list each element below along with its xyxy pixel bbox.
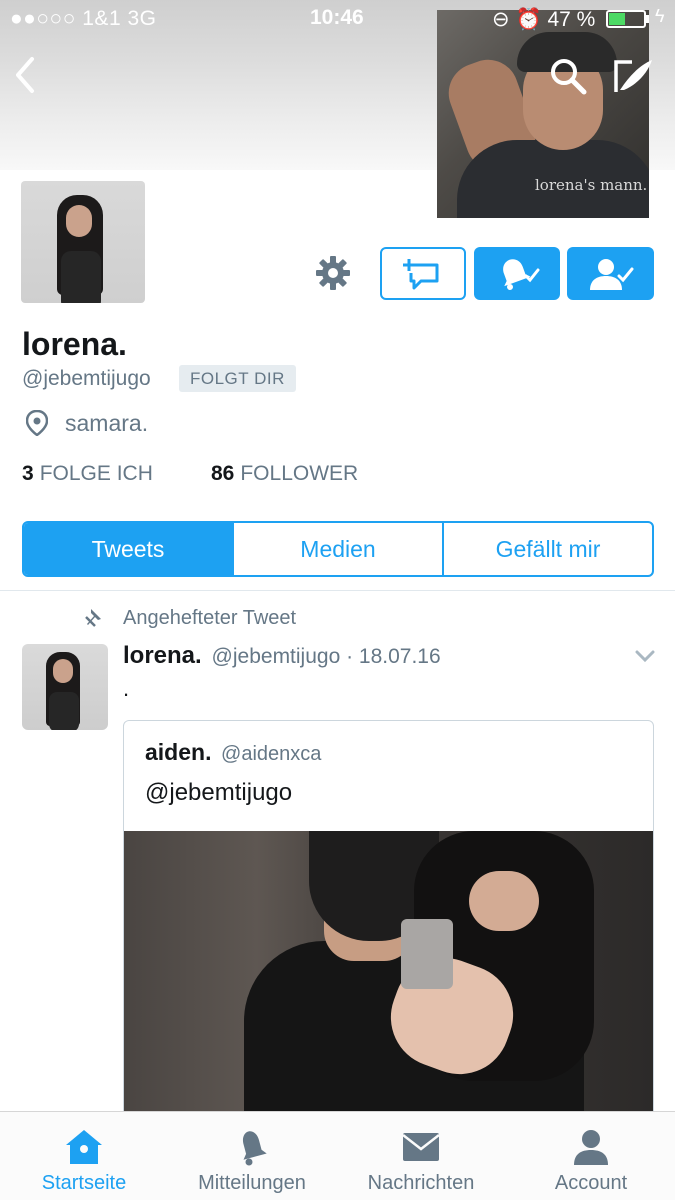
person-icon bbox=[574, 1130, 608, 1165]
following-button[interactable] bbox=[567, 247, 654, 300]
tweet-author-name[interactable]: lorena. bbox=[123, 642, 202, 669]
battery-percent: 47 % bbox=[547, 8, 596, 31]
status-right-group: ⊖ ⏰ 47 % bbox=[492, 7, 595, 32]
tabbar-notifications-label: Mitteilungen bbox=[198, 1172, 306, 1194]
tweet-author-meta: @jebemtijugo · 18.07.16 bbox=[211, 645, 441, 668]
photo-woman-face bbox=[469, 871, 539, 931]
envelope-icon bbox=[402, 1133, 440, 1161]
charging-icon: ϟ bbox=[655, 6, 665, 26]
gear-icon bbox=[316, 256, 350, 290]
home-icon bbox=[66, 1130, 102, 1164]
status-time: 10:46 bbox=[310, 6, 364, 29]
carrier-signal: ●●○○○ 1&1 3G bbox=[10, 7, 157, 30]
pin-icon bbox=[83, 607, 105, 629]
chevron-down-icon bbox=[635, 650, 655, 663]
alarm-icon: ⏰ bbox=[515, 8, 542, 31]
pinned-tweet-label: Angehefteter Tweet bbox=[123, 607, 297, 629]
tweet-author-avatar[interactable] bbox=[22, 644, 108, 730]
chevron-left-icon bbox=[16, 57, 34, 93]
battery-icon bbox=[606, 10, 646, 28]
profile-tabs: Tweets Medien Gefällt mir bbox=[22, 521, 654, 577]
person-check-icon bbox=[589, 258, 633, 290]
followers-label: FOLLOWER bbox=[240, 462, 359, 485]
avatar-photo bbox=[21, 181, 145, 303]
location-pin-icon bbox=[25, 409, 49, 437]
photo-phone bbox=[401, 919, 453, 989]
tweet-options-button[interactable] bbox=[634, 648, 656, 664]
followers-count: 86 bbox=[211, 462, 235, 485]
quoted-tweet[interactable]: aiden. @aidenxca @jebemtijugo bbox=[123, 720, 654, 1120]
search-button[interactable] bbox=[548, 56, 588, 96]
tabbar-messages[interactable]: Nachrichten bbox=[337, 1112, 505, 1200]
avatar-face bbox=[66, 205, 92, 237]
quoted-tweet-text: @jebemtijugo bbox=[145, 779, 293, 806]
header-photo[interactable]: lorena's mann. bbox=[437, 10, 649, 218]
follows-you-badge: FOLGT DIR bbox=[179, 365, 296, 392]
quoted-author-handle: @aidenxca bbox=[221, 743, 322, 765]
battery-fill bbox=[609, 13, 625, 25]
section-divider bbox=[0, 590, 675, 591]
tabbar-messages-label: Nachrichten bbox=[367, 1172, 475, 1194]
status-bar: ●●○○○ 1&1 3G 10:46 ⊖ ⏰ 47 % bbox=[0, 0, 675, 36]
search-icon bbox=[551, 59, 587, 95]
tweet-header: lorena. @jebemtijugo · 18.07.16 bbox=[123, 642, 441, 670]
profile-location: samara. bbox=[65, 410, 149, 436]
notifications-on-button[interactable] bbox=[474, 247, 560, 300]
back-button[interactable] bbox=[10, 55, 40, 95]
message-plus-icon bbox=[403, 258, 439, 289]
profile-avatar[interactable] bbox=[14, 174, 152, 310]
following-count: 3 bbox=[22, 462, 34, 485]
direct-message-button[interactable] bbox=[380, 247, 466, 300]
followers-stat[interactable]: 86 FOLLOWER bbox=[211, 462, 358, 486]
tabbar-notifications[interactable]: Mitteilungen bbox=[168, 1112, 336, 1200]
bell-icon bbox=[242, 1131, 267, 1166]
settings-button[interactable] bbox=[313, 253, 353, 293]
tweet-avatar-body bbox=[49, 692, 79, 730]
tab-likes[interactable]: Gefällt mir bbox=[444, 523, 652, 575]
quoted-tweet-header: aiden. @aidenxca bbox=[145, 739, 321, 766]
header-photo-caption: lorena's mann. bbox=[535, 176, 648, 194]
quoted-author-name: aiden. bbox=[145, 739, 212, 765]
tab-media[interactable]: Medien bbox=[234, 523, 444, 575]
following-stat[interactable]: 3 FOLGE ICH bbox=[22, 462, 153, 486]
tabbar-home-label: Startseite bbox=[41, 1172, 127, 1194]
battery-tip bbox=[646, 15, 649, 23]
rotation-lock-icon: ⊖ bbox=[492, 8, 510, 31]
tweet-text: . bbox=[123, 676, 130, 701]
avatar-body bbox=[61, 251, 101, 303]
compose-tweet-button[interactable] bbox=[612, 56, 656, 96]
quoted-tweet-photo[interactable] bbox=[124, 831, 653, 1119]
bottom-tab-bar: Startseite Mitteilungen Nachrichten Acco… bbox=[0, 1111, 675, 1200]
bell-check-icon bbox=[503, 258, 540, 290]
following-label: FOLGE ICH bbox=[39, 462, 153, 485]
compose-quill-icon bbox=[614, 60, 652, 92]
profile-handle: @jebemtijugo bbox=[22, 367, 151, 390]
tabbar-home[interactable]: Startseite bbox=[0, 1112, 168, 1200]
tab-tweets[interactable]: Tweets bbox=[24, 523, 234, 575]
tweet-avatar-face bbox=[53, 659, 73, 683]
tabbar-account-label: Account bbox=[554, 1172, 628, 1194]
tabbar-account[interactable]: Account bbox=[507, 1112, 675, 1200]
profile-display-name: lorena. bbox=[22, 326, 127, 362]
